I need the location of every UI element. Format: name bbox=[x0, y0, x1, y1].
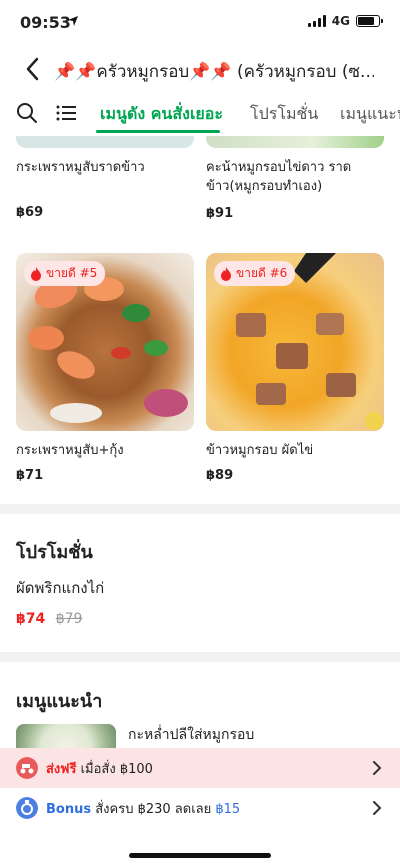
menu-item-name: คะน้าหมูกรอบไข่ดาว ราดข้าว(หมูกรอบทำเอง) bbox=[206, 160, 352, 194]
menu-item-price: ฿71 bbox=[16, 468, 44, 483]
store-title: 📌📌ครัวหมูกรอบ📌📌 (ครัวหมูกรอบ (ซ... bbox=[54, 62, 374, 82]
menu-item-card[interactable]: ขายดี #5 กระเพราหมูสับ+กุ้ง ฿71 bbox=[16, 253, 194, 483]
bonus-condition: สั่งครบ ฿230 ลดเลย bbox=[95, 801, 212, 817]
status-time: 09:53 bbox=[20, 13, 71, 32]
store-header: 📌📌ครัวหมูกรอบ📌📌 (ครัวหมูกรอบ (ซ... bbox=[0, 50, 400, 88]
menu-item-card[interactable]: กระเพราหมูสับราดข้าว ฿69 bbox=[16, 148, 194, 220]
promo-original-price: ฿79 bbox=[55, 611, 83, 627]
menu-item-image[interactable]: ขายดี #6 bbox=[206, 253, 384, 431]
home-indicator[interactable] bbox=[129, 853, 271, 858]
section-divider bbox=[0, 652, 400, 662]
menu-item-image[interactable] bbox=[206, 136, 384, 148]
free-delivery-highlight: ส่งฟรี bbox=[46, 761, 77, 777]
tab-recommended[interactable]: เมนูแนะนำ bbox=[340, 102, 400, 127]
menu-item-image[interactable]: ขายดี #5 bbox=[16, 253, 194, 431]
network-type: 4G bbox=[331, 14, 350, 28]
bonus-banner[interactable]: Bonus สั่งครบ ฿230 ลดเลย ฿15 bbox=[0, 788, 400, 828]
bestseller-badge: ขายดี #6 bbox=[214, 261, 296, 286]
menu-item-price: ฿69 bbox=[16, 205, 44, 220]
bestseller-badge: ขายดี #5 bbox=[24, 261, 106, 286]
menu-item-card[interactable]: ขายดี #6 ข้าวหมูกรอบ ผัดไข่ ฿89 bbox=[206, 253, 384, 483]
free-delivery-banner[interactable]: ส่งฟรี เมื่อสั่ง ฿100 bbox=[0, 748, 400, 788]
location-arrow-icon bbox=[68, 16, 78, 26]
tab-promotions[interactable]: โปรโมชั่น bbox=[250, 102, 318, 127]
menu-item-name: ข้าวหมูกรอบ ผัดไข่ bbox=[206, 443, 314, 458]
menu-list-icon[interactable] bbox=[56, 104, 76, 122]
back-arrow-icon[interactable] bbox=[22, 56, 44, 82]
bonus-coin-icon bbox=[16, 797, 38, 819]
bonus-text: Bonus สั่งครบ ฿230 ลดเลย ฿15 bbox=[46, 798, 240, 819]
menu-item-price: ฿89 bbox=[206, 468, 234, 483]
bonus-amount: ฿15 bbox=[215, 801, 241, 817]
menu-item-card[interactable]: คะน้าหมูกรอบไข่ดาว ราดข้าว(หมูกรอบทำเอง)… bbox=[206, 148, 384, 221]
section-divider bbox=[0, 504, 400, 514]
chevron-right-icon bbox=[373, 801, 382, 815]
promo-item-name[interactable]: ผัดพริกแกงไก่ bbox=[16, 576, 104, 600]
badge-label: ขายดี #6 bbox=[236, 266, 288, 280]
status-indicators: 4G bbox=[307, 14, 383, 28]
promo-item-price: ฿74 ฿79 bbox=[16, 611, 82, 627]
free-delivery-text: ส่งฟรี เมื่อสั่ง ฿100 bbox=[46, 758, 153, 779]
menu-item-image[interactable] bbox=[16, 136, 194, 148]
recommended-item-name[interactable]: กะหล่ำปลีใส่หมูกรอบ bbox=[128, 724, 254, 746]
category-tabs: เมนูดัง คนสั่งเยอะ โปรโมชั่น เมนูแนะนำ bbox=[0, 96, 400, 136]
active-tab-indicator bbox=[96, 130, 220, 133]
section-title-promotions: โปรโมชั่น bbox=[16, 542, 93, 563]
fire-icon bbox=[31, 266, 41, 281]
tab-popular[interactable]: เมนูดัง คนสั่งเยอะ bbox=[100, 102, 223, 127]
free-delivery-condition: เมื่อสั่ง ฿100 bbox=[80, 761, 153, 777]
search-icon[interactable] bbox=[16, 102, 38, 124]
bonus-label: Bonus bbox=[46, 801, 92, 817]
fire-icon bbox=[221, 266, 231, 281]
battery-icon bbox=[356, 15, 383, 27]
status-bar: 09:53 4G bbox=[0, 0, 400, 44]
section-title-recommended: เมนูแนะนำ bbox=[16, 691, 103, 712]
menu-item-name: กระเพราหมูสับ+กุ้ง bbox=[16, 443, 124, 458]
menu-item-price: ฿91 bbox=[206, 206, 234, 221]
delivery-scooter-icon bbox=[16, 757, 38, 779]
badge-label: ขายดี #5 bbox=[46, 266, 98, 280]
chevron-right-icon bbox=[373, 761, 382, 775]
signal-icon bbox=[307, 15, 326, 27]
menu-item-name: กระเพราหมูสับราดข้าว bbox=[16, 160, 145, 175]
promo-current-price: ฿74 bbox=[16, 611, 46, 627]
